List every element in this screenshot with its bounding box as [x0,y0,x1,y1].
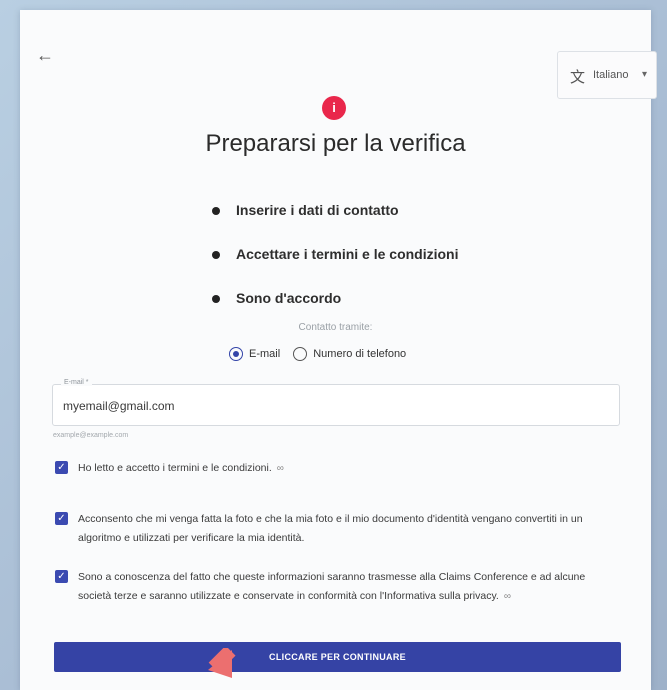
checkbox-terms[interactable]: ✓ Ho letto e accetto i termini e le cond… [55,459,618,478]
info-icon: i [322,96,346,120]
link-icon[interactable]: ∞ [504,591,511,602]
checkbox-privacy[interactable]: ✓ Sono a conoscenza del fatto che queste… [55,568,618,606]
radio-selected-icon[interactable] [229,347,243,361]
radio-phone[interactable]: Numero di telefono [293,347,406,361]
translate-icon: 文 [570,68,586,86]
contact-method-group: E-mail Numero di telefono [229,347,416,364]
step-item: Inserire i dati di contatto [212,202,459,246]
chevron-down-icon: ▾ [642,69,648,80]
checkbox-checked-icon[interactable]: ✓ [55,461,68,474]
contact-method-label: Contatto tramite: [298,322,373,333]
page-title: Prepararsi per la verifica [205,130,466,157]
bullet-icon [212,295,220,303]
checkbox-photo-consent-label: Acconsento che mi venga fatta la foto e … [78,513,583,544]
radio-unselected-icon[interactable] [293,347,308,361]
language-selector[interactable]: 文 Italiano ▾ [557,51,657,99]
radio-email[interactable]: E-mail [229,347,280,361]
email-field-label: E-mail * [61,379,92,386]
email-field[interactable]: E-mail * [52,379,620,426]
bullet-icon [212,251,220,259]
email-hint: example@example.com [53,432,129,439]
pointer-arrow-icon [208,648,236,678]
back-arrow-icon[interactable]: ← [36,46,54,64]
email-input[interactable] [61,395,605,417]
link-icon[interactable]: ∞ [277,463,284,474]
checkbox-checked-icon[interactable]: ✓ [55,512,68,525]
continue-button[interactable]: CLICCARE PER CONTINUARE [54,642,621,672]
language-label: Italiano [593,69,629,81]
checkbox-checked-icon[interactable]: ✓ [55,570,68,583]
steps-list: Inserire i dati di contatto Accettare i … [212,202,459,334]
checkbox-photo-consent[interactable]: ✓ Acconsento che mi venga fatta la foto … [55,510,618,548]
checkbox-terms-label: Ho letto e accetto i termini e le condiz… [78,462,272,474]
bullet-icon [212,207,220,215]
step-item: Accettare i termini e le condizioni [212,246,459,290]
